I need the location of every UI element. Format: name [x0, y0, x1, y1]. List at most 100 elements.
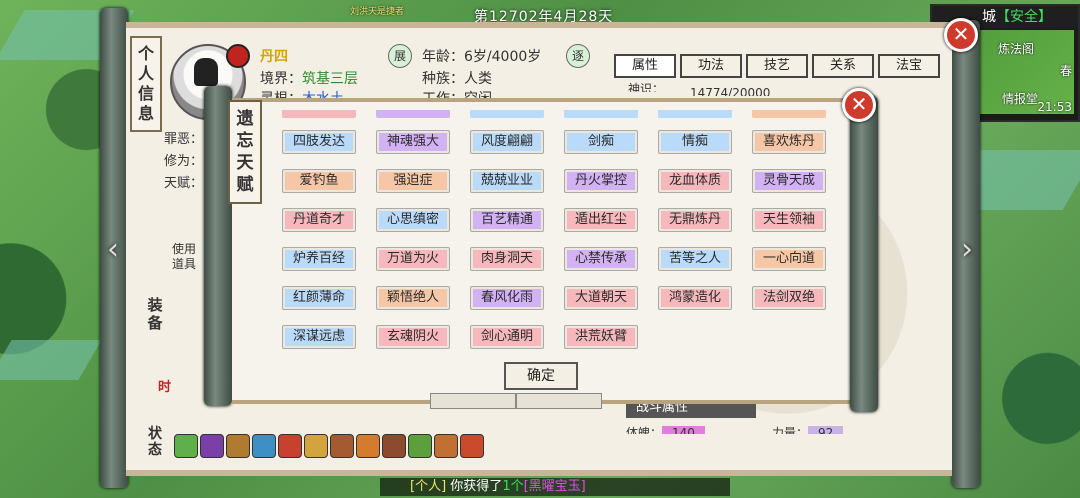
tab-attributes[interactable]: 属性	[614, 54, 676, 78]
stat-physique: 体魄： 140	[626, 424, 705, 434]
stat-physique-label: 体魄：	[626, 426, 663, 434]
talent-chip[interactable]: 天生领袖	[752, 208, 826, 232]
talent-dialog-title: 遗忘天赋	[228, 100, 262, 204]
talent-chip[interactable]: 丹火掌控	[564, 169, 638, 193]
talent-chip[interactable]: 法剑双绝	[752, 286, 826, 310]
spirit-value: 14774/20000	[690, 86, 771, 96]
talent-chip[interactable]: 遁出红尘	[564, 208, 638, 232]
talent-grid: 四肢发达 神魂强大 风度翩翩 剑痴 情痴 喜欢炼丹爱钓鱼 强迫症 兢兢业业 丹火掌控 龙血体质 灵骨…	[282, 130, 830, 349]
talent-chip[interactable]: 四肢发达	[282, 130, 356, 154]
talent-chip[interactable]: 红颜薄命	[282, 286, 356, 310]
panel-tabs: 属性 功法 技艺 关系 法宝	[614, 54, 940, 78]
tab-treasures[interactable]: 法宝	[878, 54, 940, 78]
prev-character-arrow-icon[interactable]: ‹	[102, 232, 124, 268]
talent-chip[interactable]: 爱钓鱼	[282, 169, 356, 193]
talent-chip[interactable]: 炉养百经	[282, 247, 356, 271]
status-icon[interactable]	[304, 434, 328, 458]
status-icon[interactable]	[226, 434, 250, 458]
minimap-city-name: 城	[982, 9, 996, 25]
chat-item-link[interactable]: [黑曜宝玉]	[524, 479, 586, 494]
talent-chip[interactable]: 无鼎炼丹	[658, 208, 732, 232]
talent-chip[interactable]: 鸿蒙造化	[658, 286, 732, 310]
talent-chip[interactable]: 百艺精通	[470, 208, 544, 232]
status-icon[interactable]	[174, 434, 198, 458]
talent-chip-partial[interactable]	[282, 110, 356, 118]
talent-chip-partial[interactable]	[564, 110, 638, 118]
talent-scroll-rod-right	[850, 96, 878, 412]
hidden-panel-button	[516, 393, 602, 409]
seal-icon[interactable]: 逐	[566, 44, 590, 68]
realm-label: 境界：	[260, 71, 302, 87]
status-icon[interactable]	[460, 434, 484, 458]
cultivation-label: 修为：	[164, 154, 204, 169]
seal-icon[interactable]: 展	[388, 44, 412, 68]
talent-chip[interactable]: 一心向道	[752, 247, 826, 271]
status-icon[interactable]	[408, 434, 432, 458]
close-panel-button[interactable]: ✕	[944, 18, 978, 52]
close-talent-dialog-button[interactable]: ✕	[842, 88, 876, 122]
age-value: 6岁/4000岁	[464, 49, 542, 65]
talent-chip[interactable]: 万道为火	[376, 247, 450, 271]
minimap-label: 情报堂	[1002, 92, 1039, 106]
talent-chip[interactable]: 剑心通明	[470, 325, 544, 349]
status-icon[interactable]	[278, 434, 302, 458]
confirm-button[interactable]: 确定	[504, 362, 578, 390]
talent-chip[interactable]: 深谋远虑	[282, 325, 356, 349]
race-value: 人类	[464, 71, 492, 87]
talent-chip-partial[interactable]	[658, 110, 732, 118]
minimap-safe-status: 【安全】	[996, 9, 1052, 25]
status-icon[interactable]	[356, 434, 380, 458]
status-icon[interactable]	[382, 434, 406, 458]
talent-chip[interactable]: 喜欢炼丹	[752, 130, 826, 154]
talent-chip-partial[interactable]	[470, 110, 544, 118]
character-hair	[194, 58, 218, 86]
stat-strength: 力量： 92	[772, 424, 844, 434]
talent-chip[interactable]: 强迫症	[376, 169, 450, 193]
status-icon[interactable]	[200, 434, 224, 458]
talent-chip[interactable]: 剑痴	[564, 130, 638, 154]
status-icon[interactable]	[252, 434, 276, 458]
talent-chip[interactable]: 兢兢业业	[470, 169, 544, 193]
chat-count: 1个	[502, 479, 524, 494]
talent-chip[interactable]: 丹道奇才	[282, 208, 356, 232]
talent-chip-partial[interactable]	[752, 110, 826, 118]
talent-chip[interactable]: 苦等之人	[658, 247, 732, 271]
talent-chip[interactable]: 春风化雨	[470, 286, 544, 310]
equip-title: 装备	[147, 296, 163, 332]
age-label: 年龄：	[422, 49, 464, 65]
time-badge: 时	[158, 380, 172, 395]
talent-chip[interactable]: 情痴	[658, 130, 732, 154]
hidden-panel-button	[430, 393, 516, 409]
status-icon[interactable]	[434, 434, 458, 458]
stat-strength-value: 92	[808, 426, 844, 434]
talent-chip[interactable]: 风度翩翩	[470, 130, 544, 154]
top-banner-text: 刘洪天是捷者	[350, 7, 405, 17]
panel-title: 个人信息	[130, 36, 162, 132]
talent-dialog-title-text: 遗忘天赋	[236, 109, 254, 195]
talent-chip[interactable]: 玄魂阴火	[376, 325, 450, 349]
character-realm: 境界：筑基三层	[260, 68, 358, 88]
status-icon[interactable]	[330, 434, 354, 458]
talent-chip[interactable]: 心禁传承	[564, 247, 638, 271]
next-character-arrow-icon[interactable]: ›	[956, 232, 978, 268]
talent-chip[interactable]: 心思缜密	[376, 208, 450, 232]
talent-chip[interactable]: 洪荒妖臂	[564, 325, 638, 349]
race-label: 种族：	[422, 71, 464, 87]
talent-chip[interactable]: 颖悟绝人	[376, 286, 450, 310]
talent-chip[interactable]: 肉身洞天	[470, 247, 544, 271]
tab-relations[interactable]: 关系	[812, 54, 874, 78]
talent-label: 天赋：	[164, 176, 204, 191]
talent-chip[interactable]: 灵骨天成	[752, 169, 826, 193]
chat-text: 你获得了	[450, 479, 503, 494]
talent-chip[interactable]: 神魂强大	[376, 130, 450, 154]
tab-skills[interactable]: 功法	[680, 54, 742, 78]
rename-brush-icon[interactable]	[226, 44, 250, 68]
panel-title-text: 个人信息	[138, 44, 155, 123]
use-item-button[interactable]: 使用道具	[172, 242, 198, 272]
chat-channel: [个人]	[410, 479, 447, 494]
talent-chip[interactable]: 龙血体质	[658, 169, 732, 193]
talent-chip-partial[interactable]	[376, 110, 450, 118]
tab-crafts[interactable]: 技艺	[746, 54, 808, 78]
stat-strength-label: 力量：	[772, 426, 809, 434]
talent-chip[interactable]: 大道朝天	[564, 286, 638, 310]
